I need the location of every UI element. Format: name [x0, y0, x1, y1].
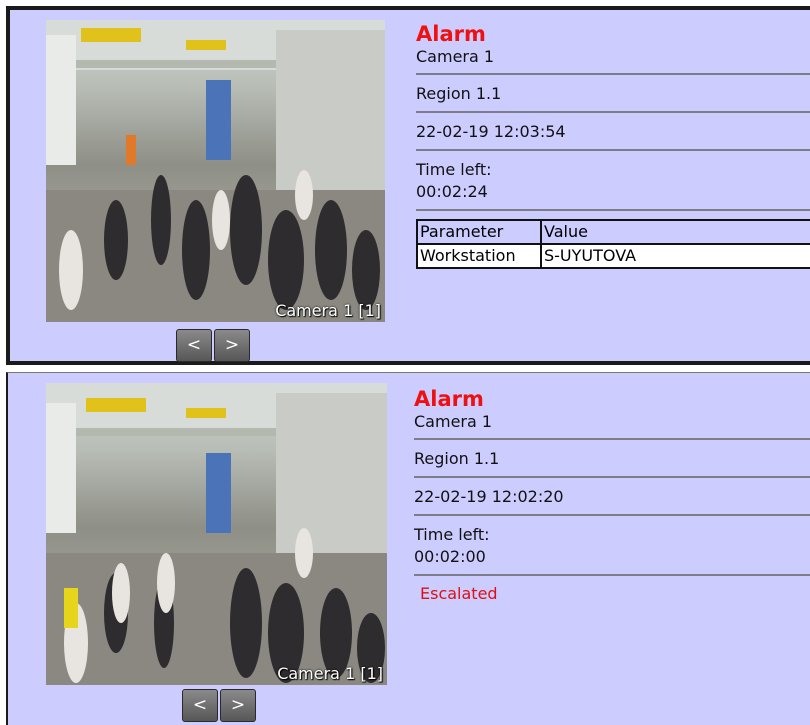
table-cell-value: S-UYUTOVA [540, 243, 810, 269]
airport-scene-image [46, 383, 387, 685]
next-button[interactable]: > [220, 689, 256, 722]
alarm-card-2: Camera 1 [1] < > Alarm Camera 1 Region 1… [6, 372, 810, 725]
escalated-status: Escalated [420, 584, 498, 603]
alarm-title: Alarm [416, 22, 486, 46]
previous-button[interactable]: < [176, 329, 212, 362]
alarm-info-panel: Alarm Camera 1 Region 1.1 22-02-19 12:02… [414, 387, 810, 603]
camera-overlay-label: Camera 1 [1] [277, 664, 383, 683]
parameters-table: Parameter Value Workstation S-UYUTOVA [416, 219, 810, 269]
table-row[interactable]: Workstation S-UYUTOVA [416, 243, 810, 269]
camera-name: Camera 1 [416, 46, 810, 75]
alarm-datetime: 22-02-19 12:03:54 [416, 121, 810, 151]
chevron-right-icon: > [230, 695, 246, 715]
time-left: Time left: 00:02:00 [414, 524, 810, 576]
next-button[interactable]: > [214, 329, 250, 362]
region-name: Region 1.1 [414, 448, 810, 478]
chevron-left-icon: < [192, 695, 208, 715]
table-cell-parameter: Workstation [416, 243, 542, 269]
time-left-value: 00:02:00 [414, 547, 486, 566]
camera-name: Camera 1 [414, 411, 810, 440]
table-header-row: Parameter Value [416, 219, 810, 245]
alarm-datetime: 22-02-19 12:02:20 [414, 486, 810, 516]
snapshot-navigation: < > [176, 329, 250, 362]
column-header-parameter: Parameter [416, 219, 542, 245]
time-left: Time left: 00:02:24 [416, 159, 810, 211]
time-left-label: Time left: [416, 160, 492, 179]
time-left-value: 00:02:24 [416, 182, 488, 201]
airport-scene-image [46, 20, 385, 322]
camera-overlay-label: Camera 1 [1] [275, 301, 381, 320]
alarm-card-1: Camera 1 [1] < > Alarm Camera 1 Region 1… [6, 6, 810, 365]
alarm-info-panel: Alarm Camera 1 Region 1.1 22-02-19 12:03… [416, 22, 810, 269]
column-header-value: Value [540, 219, 810, 245]
snapshot-navigation: < > [182, 689, 256, 722]
region-name: Region 1.1 [416, 83, 810, 113]
time-left-label: Time left: [414, 525, 490, 544]
alarm-title: Alarm [414, 387, 484, 411]
previous-button[interactable]: < [182, 689, 218, 722]
camera-snapshot-1[interactable]: Camera 1 [1] [46, 20, 385, 322]
chevron-right-icon: > [224, 335, 240, 355]
chevron-left-icon: < [186, 335, 202, 355]
camera-snapshot-2[interactable]: Camera 1 [1] [46, 383, 387, 685]
